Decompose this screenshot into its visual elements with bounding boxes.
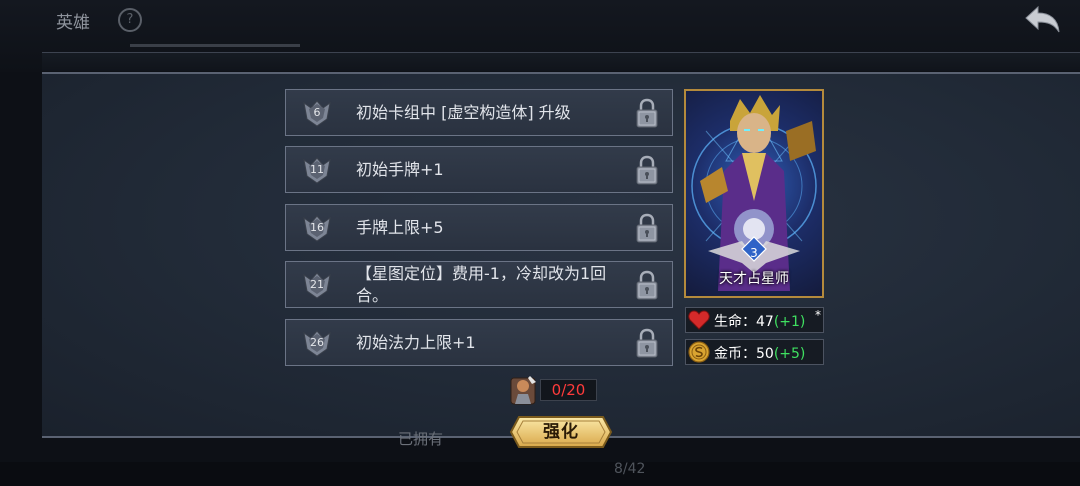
gold-bonus: (+5) <box>773 346 806 362</box>
level-shield-icon: 26 <box>302 329 332 357</box>
hp-bonus: (+1) <box>773 314 806 330</box>
gold-label: 金币： <box>714 346 756 362</box>
lock-icon <box>634 154 660 186</box>
talent-description: 初始法力上限+1 <box>356 332 476 352</box>
required-level: 26 <box>310 336 324 349</box>
required-level: 6 <box>313 106 321 119</box>
talent-row[interactable]: 26 初始法力上限+1 <box>285 319 673 366</box>
page-indicator: 8/42 <box>614 461 646 477</box>
hero-name: 天才占星师 <box>719 271 789 287</box>
talent-row[interactable]: 6 初始卡组中 [虚空构造体] 升级 <box>285 89 673 136</box>
level-shield-icon: 11 <box>302 156 332 184</box>
back-arrow-icon <box>1025 5 1060 33</box>
talent-row[interactable]: 21 【星图定位】费用-1，冷却改为1回合。 <box>285 261 673 308</box>
background-strip <box>42 52 1080 71</box>
lock-icon <box>634 327 660 359</box>
upgrade-button[interactable]: 强化 <box>509 415 613 449</box>
level-shield-icon: 6 <box>302 99 332 127</box>
page-title: 英雄 <box>56 13 90 33</box>
level-shield-icon: 16 <box>302 214 332 242</box>
talent-description: 初始手牌+1 <box>356 159 444 179</box>
hero-level: 3 <box>750 246 758 260</box>
required-level: 21 <box>310 278 324 291</box>
hp-label: 生命： <box>714 314 756 330</box>
background-progress-bar <box>130 44 300 47</box>
owned-label: 已拥有 <box>398 430 444 448</box>
upgrade-button-label: 强化 <box>543 422 579 442</box>
talent-row[interactable]: 11 初始手牌+1 <box>285 146 673 193</box>
gold-value: 50 <box>756 346 774 362</box>
heart-icon <box>688 310 710 330</box>
back-button[interactable] <box>1022 4 1062 36</box>
lock-icon <box>634 269 660 301</box>
coin-icon <box>688 341 710 363</box>
talent-description: 初始卡组中 [虚空构造体] 升级 <box>356 102 571 122</box>
help-icon[interactable]: ? <box>118 8 142 32</box>
hero-token-icon <box>510 376 536 405</box>
talent-description: 手牌上限+5 <box>356 217 444 237</box>
lock-icon <box>634 97 660 129</box>
hp-stat: 生命：47(+1) * <box>685 307 824 333</box>
level-shield-icon: 21 <box>302 271 332 299</box>
talent-row[interactable]: 16 手牌上限+5 <box>285 204 673 251</box>
required-level: 11 <box>310 163 324 176</box>
upgrade-material-count: 0/20 <box>540 379 597 401</box>
hp-mark: * <box>815 308 821 322</box>
required-level: 16 <box>310 221 324 234</box>
background-footer <box>0 462 1080 486</box>
hero-card[interactable]: 3 天才占星师 <box>684 89 824 298</box>
gold-stat: 金币：50(+5) <box>685 339 824 365</box>
hp-value: 47 <box>756 314 774 330</box>
hero-portrait <box>691 95 817 291</box>
lock-icon <box>634 212 660 244</box>
talent-description: 【星图定位】费用-1，冷却改为1回合。 <box>356 263 607 305</box>
